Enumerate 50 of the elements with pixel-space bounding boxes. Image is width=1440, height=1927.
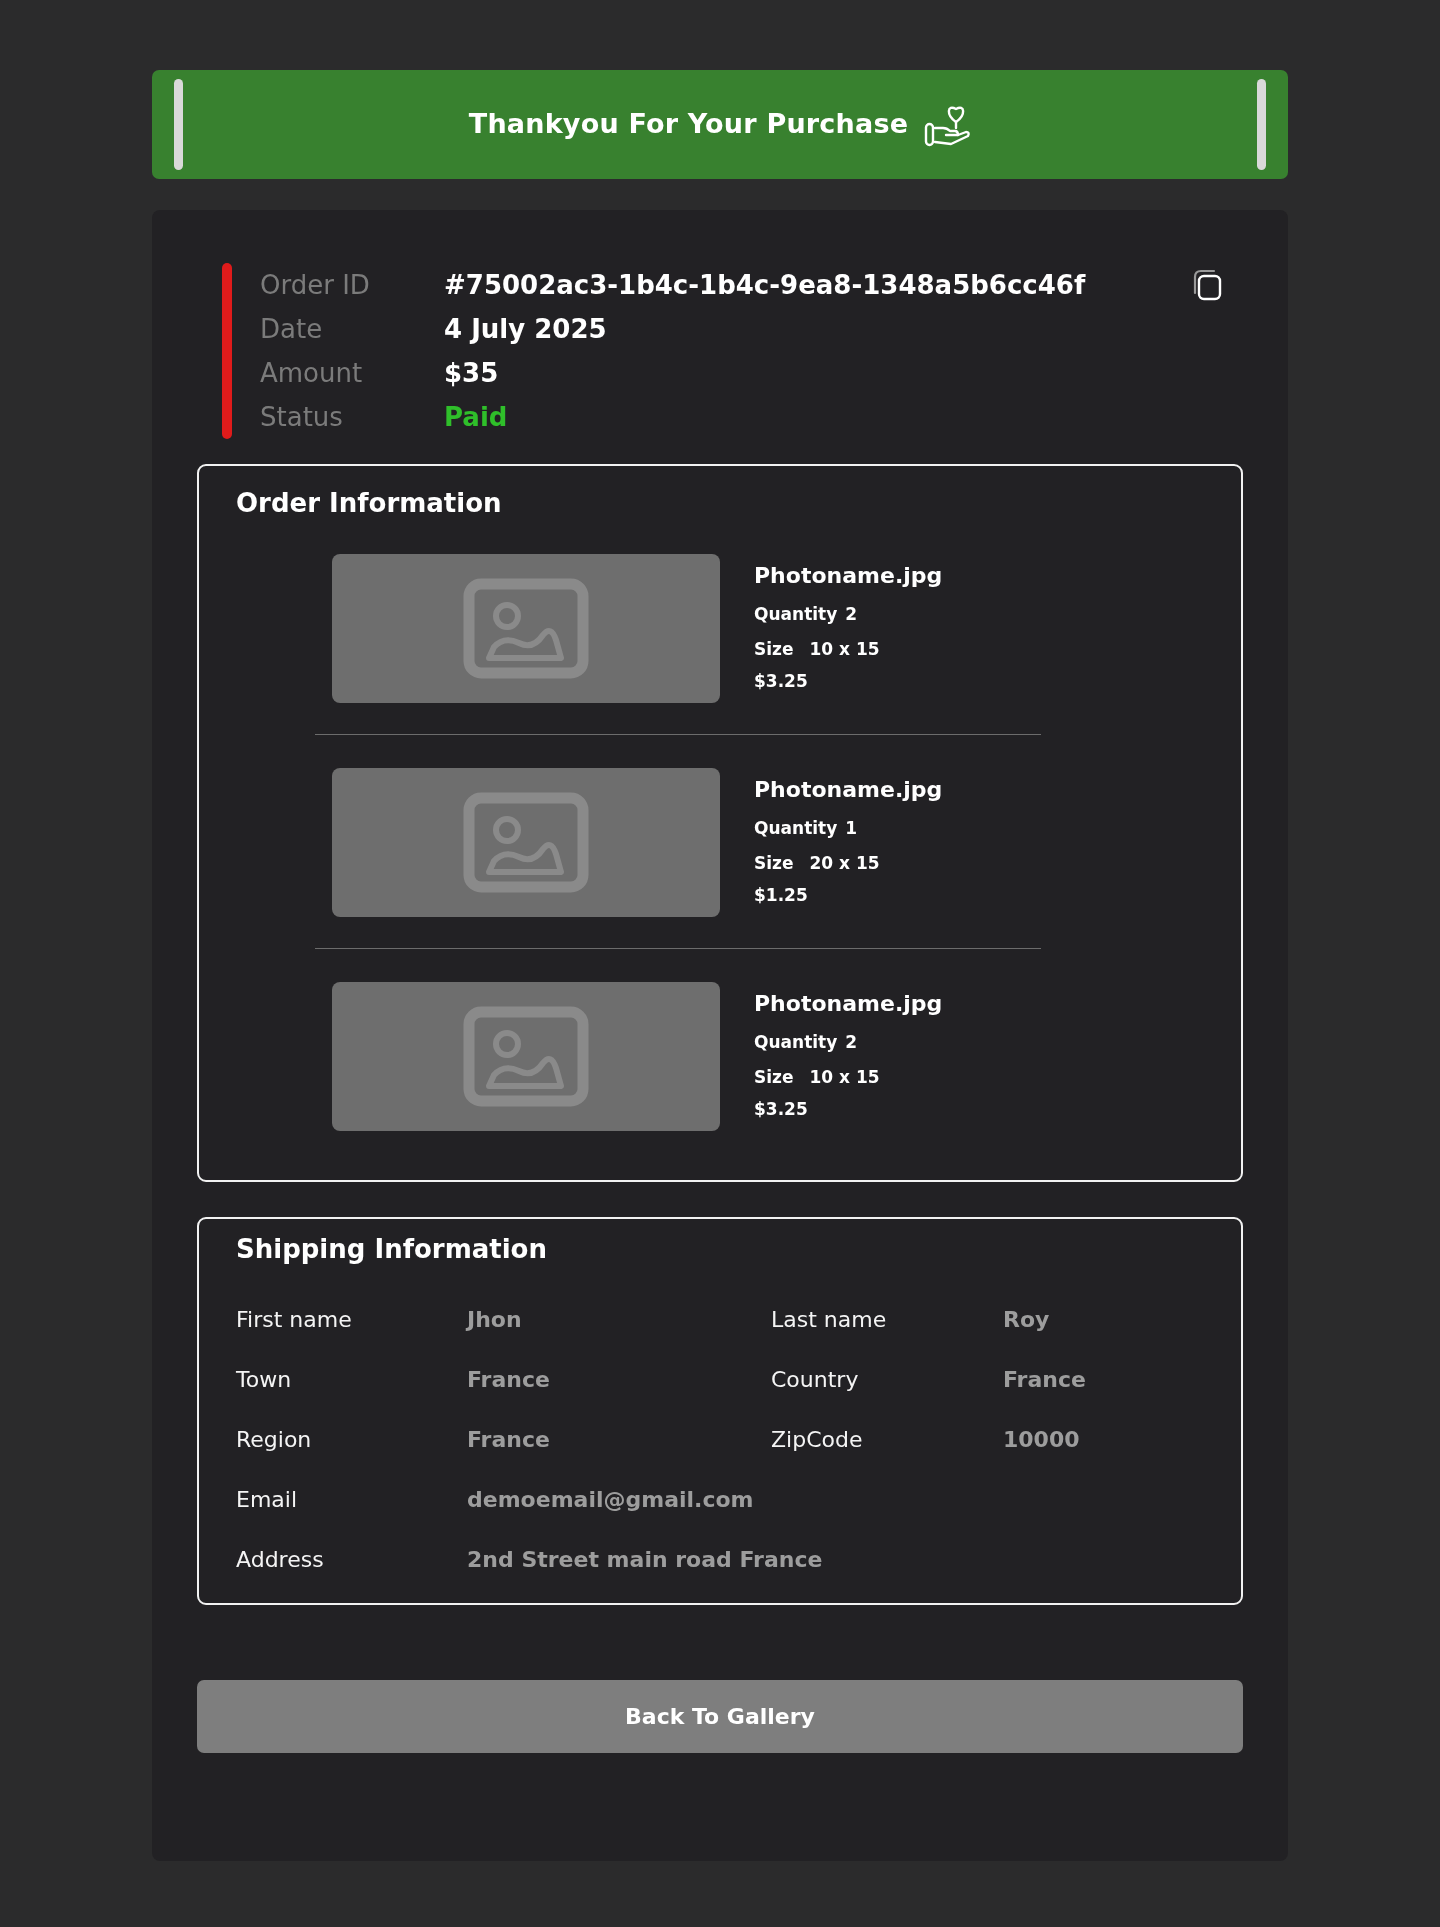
quantity-label: Quantity (754, 1031, 838, 1054)
summary-label: Date (260, 313, 324, 346)
quantity-label: Quantity (754, 603, 838, 626)
summary-value: #75002ac3-1b4c-1b4c-9ea8-1348a5b6cc46f (444, 269, 1087, 302)
field-label: Country (771, 1366, 860, 1394)
field-label: Town (236, 1366, 293, 1394)
copy-icon[interactable] (1192, 268, 1222, 301)
size-value: 10 x 15 (809, 1066, 880, 1089)
summary-label: Status (260, 401, 344, 434)
size-label: Size (754, 852, 794, 875)
section-title: Order Information (235, 487, 503, 520)
item-price: $3.25 (754, 670, 809, 693)
summary-value: Paid (444, 401, 509, 434)
item-name: Photoname.jpg (754, 562, 943, 590)
quantity-value: 2 (845, 1031, 858, 1054)
field-value: 10000 (1003, 1426, 1081, 1454)
field-value: France (1003, 1366, 1087, 1394)
summary-value: $35 (444, 357, 500, 390)
back-to-gallery-button[interactable]: Back To Gallery (197, 1680, 1243, 1753)
section-title: Shipping Information (236, 1233, 548, 1266)
size-label: Size (754, 1066, 794, 1089)
summary-label: Amount (260, 357, 364, 390)
item-name: Photoname.jpg (754, 990, 943, 1018)
summary-value: 4 July 2025 (444, 313, 608, 346)
field-value: Jhon (467, 1306, 523, 1334)
image-icon (463, 1006, 589, 1107)
quantity-value: 1 (845, 817, 858, 840)
field-value: 2nd Street main road France (467, 1546, 824, 1574)
quantity-value: 2 (845, 603, 858, 626)
item-price: $1.25 (754, 884, 809, 907)
field-label: First name (236, 1306, 353, 1334)
field-label: Email (236, 1486, 299, 1514)
field-label: Region (236, 1426, 313, 1454)
size-value: 20 x 15 (809, 852, 880, 875)
size-label: Size (754, 638, 794, 661)
summary-label: Order ID (260, 269, 371, 302)
quantity-label: Quantity (754, 817, 838, 840)
field-value: France (467, 1366, 551, 1394)
field-label: Address (236, 1546, 325, 1574)
banner-title: Thankyou For Your Purchase (468, 107, 909, 142)
field-value: demoemail@gmail.com (467, 1486, 755, 1514)
item-price: $3.25 (754, 1098, 809, 1121)
item-name: Photoname.jpg (754, 776, 943, 804)
field-label: ZipCode (771, 1426, 864, 1454)
image-icon (463, 578, 589, 679)
field-value: France (467, 1426, 551, 1454)
size-value: 10 x 15 (809, 638, 880, 661)
field-label: Last name (771, 1306, 888, 1334)
image-icon (463, 792, 589, 893)
field-value: Roy (1003, 1306, 1051, 1334)
